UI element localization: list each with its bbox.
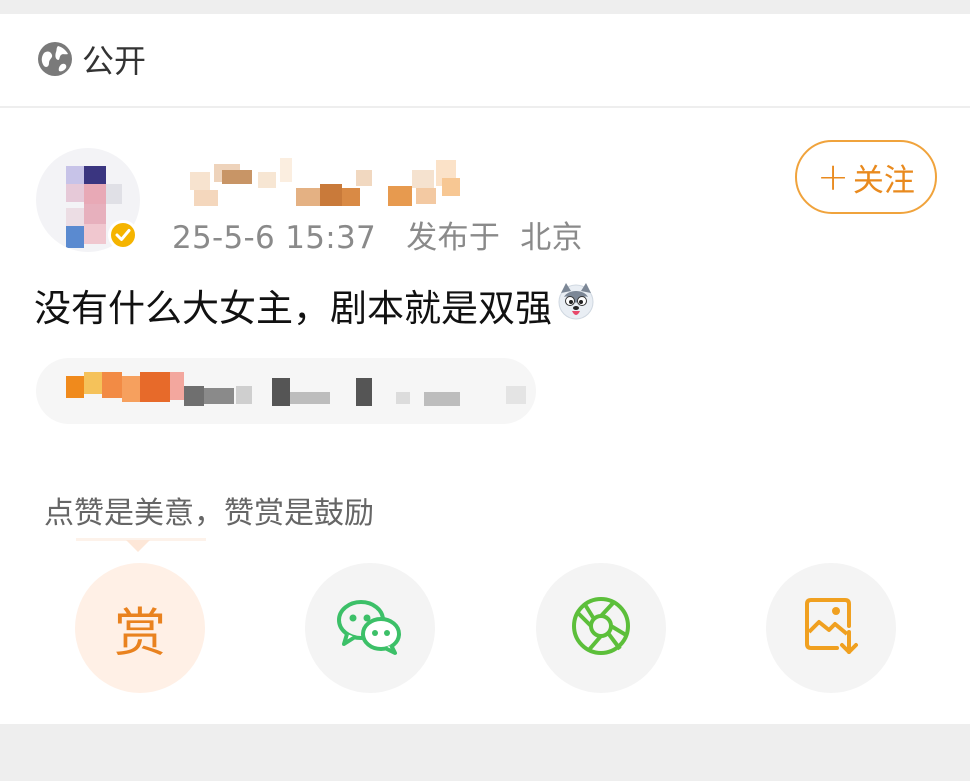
plus-icon: +: [817, 155, 849, 199]
tip-pointer: [126, 540, 150, 552]
save-image-icon: [803, 596, 859, 660]
globe-icon: [36, 40, 74, 82]
share-moments-button[interactable]: [536, 563, 666, 693]
post-location-prefix: 发布于: [406, 220, 501, 256]
follow-button[interactable]: + 关注: [795, 140, 937, 214]
husky-emoji-icon: [556, 281, 596, 330]
post-text: 没有什么大女主，剧本就是双强: [34, 287, 552, 330]
post-location: 北京: [520, 220, 583, 256]
reward-button[interactable]: 赏: [75, 563, 205, 693]
share-wechat-button[interactable]: [305, 563, 435, 693]
post-body: 没有什么大女主，剧本就是双强: [34, 278, 596, 332]
save-image-button[interactable]: [766, 563, 896, 693]
post-card: 25-5-6 15:37 发布于 北京 + 关注 没有什么大女主，剧本就是双强: [0, 108, 970, 724]
moments-icon: [570, 595, 632, 661]
username-redacted[interactable]: [180, 148, 480, 208]
visibility-indicator[interactable]: 公开: [36, 40, 146, 82]
wechat-icon: [335, 596, 405, 660]
verified-badge-icon: [108, 220, 138, 250]
linked-topic-redacted[interactable]: [36, 358, 536, 424]
visibility-bar: 公开: [0, 14, 970, 106]
reward-label: 赏: [113, 603, 166, 664]
post-timestamp: 25-5-6 15:37: [172, 220, 377, 256]
post-meta: 25-5-6 15:37 发布于 北京: [172, 212, 603, 257]
follow-button-label: 关注: [852, 162, 915, 199]
reward-tip: 点赞是美意，赞赏是鼓励: [44, 496, 374, 531]
visibility-label: 公开: [82, 42, 147, 80]
